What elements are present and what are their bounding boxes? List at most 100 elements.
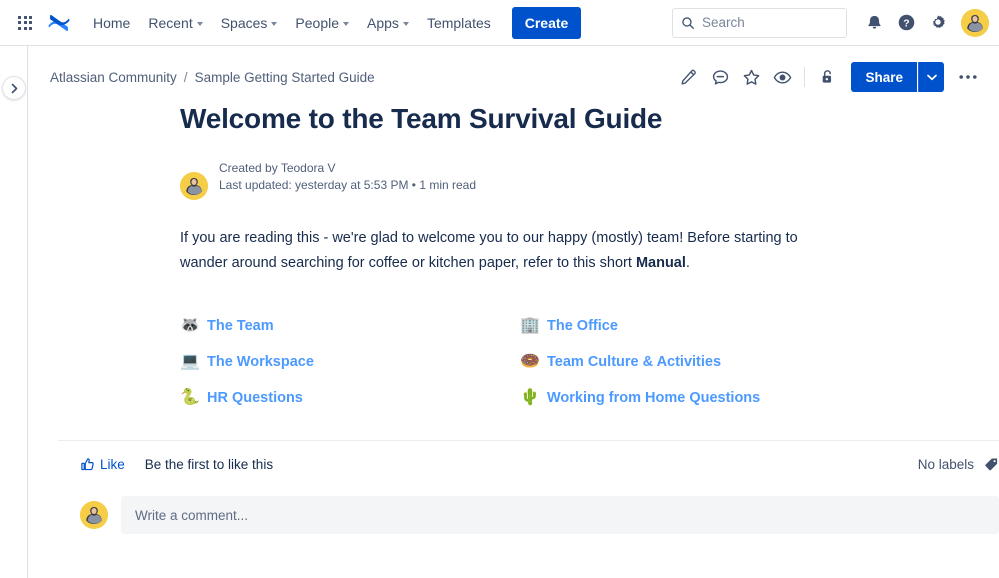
byline-created-by: Created by Teodora V — [219, 161, 476, 176]
share-dropdown-button[interactable] — [918, 62, 944, 92]
like-button[interactable]: Like — [80, 457, 125, 472]
watch-page-button[interactable] — [767, 62, 797, 92]
byline-last-updated: Last updated: yesterday at 5:53 PM • 1 m… — [219, 178, 476, 193]
page-shell: Atlassian Community / Sample Getting Sta… — [0, 46, 999, 578]
link-the-office[interactable]: The Office — [547, 318, 618, 334]
nav-item-home[interactable]: Home — [84, 7, 139, 39]
page-actions-toolbar: Share — [674, 62, 983, 92]
collapsed-space-sidebar — [0, 46, 28, 578]
primary-nav-items: Home Recent Spaces People Apps Templates… — [84, 7, 581, 39]
help-button[interactable]: ? — [891, 8, 921, 38]
comment-icon — [711, 68, 730, 87]
like-label: Like — [100, 457, 125, 472]
avatar-image — [180, 172, 208, 200]
watch-eye-icon — [773, 68, 792, 87]
edit-page-button[interactable] — [674, 62, 704, 92]
search-input[interactable]: Search — [672, 8, 847, 38]
page-header-bar: Atlassian Community / Sample Getting Sta… — [28, 46, 999, 86]
expand-sidebar-button[interactable] — [2, 76, 26, 100]
share-button[interactable]: Share — [851, 62, 917, 92]
star-page-button[interactable] — [736, 62, 766, 92]
like-hint-text: Be the first to like this — [145, 457, 273, 472]
chevron-down-icon — [343, 22, 349, 26]
list-item[interactable]: 🦝 The Team — [180, 318, 520, 334]
list-item[interactable]: 🌵 Working from Home Questions — [520, 390, 880, 406]
author-avatar[interactable] — [180, 172, 208, 200]
add-comment-row: Write a comment... — [80, 496, 999, 534]
list-item[interactable]: 💻 The Workspace — [180, 354, 520, 370]
link-the-workspace[interactable]: The Workspace — [207, 354, 314, 370]
labels-section[interactable]: No labels — [918, 457, 999, 472]
byline-text-block: Created by Teodora V Last updated: yeste… — [219, 161, 476, 193]
global-nav-right-cluster: Search ? — [672, 8, 989, 38]
intro-paragraph-part2: . — [686, 255, 690, 271]
chevron-down-icon — [927, 74, 937, 81]
nav-item-templates[interactable]: Templates — [418, 7, 500, 39]
cactus-emoji: 🌵 — [520, 390, 538, 406]
footer-divider — [58, 440, 999, 441]
notifications-button[interactable] — [859, 8, 889, 38]
list-item[interactable]: 🐍 HR Questions — [180, 390, 520, 406]
confluence-home-logo[interactable] — [44, 8, 74, 38]
laptop-emoji: 💻 — [180, 354, 198, 370]
nav-item-recent-label: Recent — [148, 15, 192, 31]
comments-button[interactable] — [705, 62, 735, 92]
star-icon — [742, 68, 761, 87]
nav-item-spaces-label: Spaces — [221, 15, 268, 31]
breadcrumb-separator: / — [184, 70, 188, 85]
create-button[interactable]: Create — [512, 7, 582, 39]
guide-links-grid: 🦝 The Team 🏢 The Office 💻 The Workspace … — [180, 318, 880, 406]
app-switcher-grid-icon — [18, 16, 32, 30]
notifications-bell-icon — [866, 14, 883, 31]
search-placeholder: Search — [702, 15, 745, 30]
breadcrumb: Atlassian Community / Sample Getting Sta… — [50, 70, 375, 85]
intro-paragraph: If you are reading this - we're glad to … — [180, 226, 832, 276]
comment-input[interactable]: Write a comment... — [121, 496, 999, 534]
snake-emoji: 🐍 — [180, 390, 198, 406]
avatar-image — [961, 9, 989, 37]
page-title: Welcome to the Team Survival Guide — [180, 102, 999, 136]
nav-item-home-label: Home — [93, 15, 130, 31]
nav-item-recent[interactable]: Recent — [139, 7, 211, 39]
nav-item-spaces[interactable]: Spaces — [212, 7, 287, 39]
list-item[interactable]: 🍩 Team Culture & Activities — [520, 354, 880, 370]
comment-placeholder: Write a comment... — [135, 508, 248, 523]
breadcrumb-space[interactable]: Atlassian Community — [50, 70, 177, 85]
edit-pencil-icon — [680, 68, 698, 86]
actions-divider — [804, 67, 805, 87]
confluence-logo-icon — [48, 12, 70, 34]
chevron-down-icon — [197, 22, 203, 26]
chevron-right-icon — [10, 83, 19, 94]
intro-paragraph-bold: Manual — [636, 255, 686, 271]
list-item[interactable]: 🏢 The Office — [520, 318, 880, 334]
profile-avatar[interactable] — [961, 9, 989, 37]
page-content-area: Atlassian Community / Sample Getting Sta… — [28, 46, 999, 578]
chevron-down-icon — [271, 22, 277, 26]
nav-item-apps-label: Apps — [367, 15, 399, 31]
link-team-culture-activities[interactable]: Team Culture & Activities — [547, 354, 721, 370]
intro-paragraph-part1: If you are reading this - we're glad to … — [180, 230, 798, 271]
thumbs-up-icon — [80, 457, 95, 472]
nav-item-people[interactable]: People — [286, 7, 358, 39]
settings-button[interactable] — [923, 8, 953, 38]
restrictions-button[interactable] — [812, 62, 842, 92]
global-navigation-bar: Home Recent Spaces People Apps Templates… — [0, 0, 999, 46]
labels-text: No labels — [918, 457, 974, 472]
app-switcher-button[interactable] — [12, 10, 38, 36]
link-working-from-home-questions[interactable]: Working from Home Questions — [547, 390, 760, 406]
office-building-emoji: 🏢 — [520, 318, 538, 334]
page-article: Welcome to the Team Survival Guide Creat… — [28, 102, 999, 534]
svg-text:?: ? — [903, 19, 909, 30]
nav-item-people-label: People — [295, 15, 339, 31]
link-the-team[interactable]: The Team — [207, 318, 274, 334]
search-icon — [681, 16, 695, 30]
nav-item-apps[interactable]: Apps — [358, 7, 418, 39]
more-options-button[interactable] — [953, 62, 983, 92]
comment-author-avatar[interactable] — [80, 501, 108, 529]
breadcrumb-page[interactable]: Sample Getting Started Guide — [195, 70, 375, 85]
link-hr-questions[interactable]: HR Questions — [207, 390, 303, 406]
page-byline: Created by Teodora V Last updated: yeste… — [180, 154, 999, 200]
more-options-icon — [958, 74, 978, 80]
tag-icon — [984, 457, 999, 472]
page-footer-bar: Like Be the first to like this No labels — [80, 457, 999, 472]
